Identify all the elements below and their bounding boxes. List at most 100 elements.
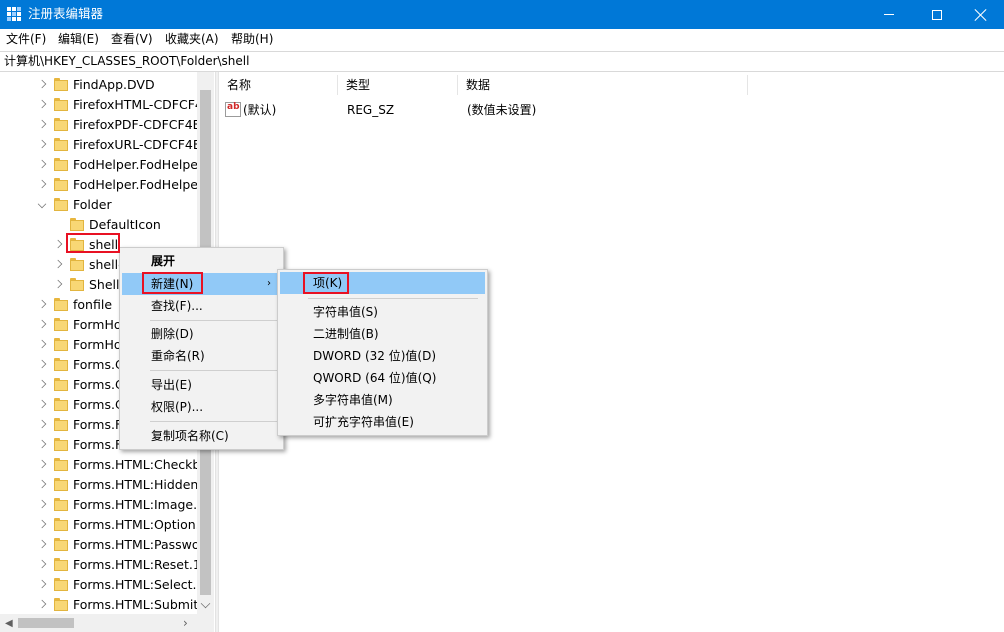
folder-icon <box>54 358 68 371</box>
address-bar[interactable]: 计算机\HKEY_CLASSES_ROOT\Folder\shell <box>0 51 1004 72</box>
chevron-right-icon[interactable] <box>37 519 47 529</box>
scroll-down-arrow-icon[interactable] <box>200 598 211 609</box>
tree-item[interactable]: Forms.HTML:Option.1 <box>0 515 214 535</box>
context-menu-delete[interactable]: 删除(D) <box>122 323 281 345</box>
tree-item[interactable]: Forms.HTML:Checkbo <box>0 455 214 475</box>
string-value-icon: ab <box>225 102 241 117</box>
tree-item[interactable]: DefaultIcon <box>0 215 214 235</box>
tree-item-label: Folder <box>73 197 112 212</box>
tree-item[interactable]: FirefoxURL-CDFCF4B7 <box>0 135 214 155</box>
chevron-right-icon[interactable] <box>37 559 47 569</box>
menu-edit[interactable]: 编辑(E) <box>58 32 99 47</box>
tree-item[interactable]: Forms.HTML:Image.1 <box>0 495 214 515</box>
scroll-right-arrow-icon[interactable]: › <box>183 616 188 630</box>
chevron-right-icon[interactable] <box>37 459 47 469</box>
tree-item[interactable]: FodHelper.FodHelper <box>0 155 214 175</box>
chevron-right-icon[interactable] <box>37 359 47 369</box>
folder-icon <box>54 178 68 191</box>
tree-item-label: Forms.F <box>73 417 123 432</box>
tree-item-label: FirefoxURL-CDFCF4B7 <box>73 137 210 152</box>
folder-icon <box>54 518 68 531</box>
chevron-right-icon[interactable] <box>37 79 47 89</box>
submenu-arrow-icon: › <box>267 278 271 289</box>
maximize-button[interactable] <box>914 0 960 29</box>
tree-item-label: FindApp.DVD <box>73 77 155 92</box>
new-submenu: 项(K) 字符串值(S) 二进制值(B) DWORD (32 位)值(D) QW… <box>277 269 488 436</box>
tree-item[interactable]: Forms.HTML:Hidden. <box>0 475 214 495</box>
close-button[interactable] <box>958 0 1004 29</box>
chevron-right-icon[interactable] <box>37 299 47 309</box>
chevron-right-icon[interactable] <box>37 539 47 549</box>
folder-icon <box>54 438 68 451</box>
menu-favorites[interactable]: 收藏夹(A) <box>165 32 219 47</box>
chevron-right-icon[interactable] <box>37 159 47 169</box>
chevron-right-icon[interactable] <box>37 179 47 189</box>
submenu-new-dword-value-label: DWORD (32 位)值(D) <box>313 349 436 363</box>
tree-item[interactable]: FirefoxHTML-CDFCF4 <box>0 95 214 115</box>
context-menu-find[interactable]: 查找(F)... <box>122 295 281 317</box>
string-value-icon-text: ab <box>227 102 240 112</box>
column-header-data[interactable]: 数据 <box>458 75 748 95</box>
context-menu-export[interactable]: 导出(E) <box>122 374 281 396</box>
chevron-right-icon[interactable] <box>37 439 47 449</box>
menu-view[interactable]: 查看(V) <box>111 32 153 47</box>
submenu-new-dword-value[interactable]: DWORD (32 位)值(D) <box>280 345 485 367</box>
chevron-right-icon[interactable] <box>37 379 47 389</box>
folder-icon <box>70 218 84 231</box>
tree-item[interactable]: Forms.HTML:Submitb <box>0 595 214 615</box>
column-header-type[interactable]: 类型 <box>338 75 458 95</box>
tree-item-label: FirefoxHTML-CDFCF4 <box>73 97 203 112</box>
chevron-right-icon[interactable] <box>37 579 47 589</box>
tree-item-label: Forms.HTML:Submitb <box>73 597 207 612</box>
chevron-right-icon[interactable] <box>37 319 47 329</box>
tree-item-label: FormHo <box>73 337 122 352</box>
tree-item[interactable]: Forms.HTML:Reset.1 <box>0 555 214 575</box>
tree-item[interactable]: FodHelper.FodHelper <box>0 175 214 195</box>
chevron-right-icon[interactable] <box>37 99 47 109</box>
submenu-new-binary-value[interactable]: 二进制值(B) <box>280 323 485 345</box>
chevron-right-icon[interactable] <box>37 399 47 409</box>
submenu-new-qword-value[interactable]: QWORD (64 位)值(Q) <box>280 367 485 389</box>
chevron-right-icon[interactable] <box>53 279 63 289</box>
tree-item-label: fonfile <box>73 297 113 312</box>
chevron-right-icon[interactable] <box>37 499 47 509</box>
tree-horizontal-scrollbar[interactable]: ◀ › <box>0 614 214 632</box>
tree-item[interactable]: Forms.HTML:Passwor <box>0 535 214 555</box>
context-menu-expand-label: 展开 <box>151 254 176 268</box>
folder-icon <box>70 258 84 271</box>
tree-item[interactable]: Folder <box>0 195 214 215</box>
chevron-down-icon[interactable] <box>37 199 47 209</box>
chevron-right-icon[interactable] <box>53 239 63 249</box>
tree-item-label: Forms.HTML:Option.1 <box>73 517 208 532</box>
address-path[interactable]: 计算机\HKEY_CLASSES_ROOT\Folder\shell <box>4 54 249 69</box>
chevron-right-icon[interactable] <box>37 479 47 489</box>
context-menu-permissions[interactable]: 权限(P)... <box>122 396 281 418</box>
scroll-left-arrow-icon[interactable]: ◀ <box>5 618 13 629</box>
tree-item[interactable]: FindApp.DVD <box>0 75 214 95</box>
context-menu-rename[interactable]: 重命名(R) <box>122 345 281 367</box>
context-menu-expand[interactable]: 展开 <box>122 250 281 272</box>
folder-icon <box>54 418 68 431</box>
minimize-button[interactable] <box>866 0 912 29</box>
value-row[interactable]: ab (默认) REG_SZ (数值未设置) <box>219 100 819 120</box>
chevron-right-icon[interactable] <box>37 599 47 609</box>
chevron-right-icon[interactable] <box>37 139 47 149</box>
tree-item[interactable]: Forms.HTML:Select.1 <box>0 575 214 595</box>
column-header-name[interactable]: 名称 <box>219 75 338 95</box>
context-menu-copy-key-name[interactable]: 复制项名称(C) <box>122 425 281 447</box>
tree-item[interactable]: FirefoxPDF-CDFCF4B7 <box>0 115 214 135</box>
submenu-new-expandable-string-value[interactable]: 可扩充字符串值(E) <box>280 411 485 433</box>
tree-horizontal-scroll-thumb[interactable] <box>18 618 74 628</box>
chevron-right-icon[interactable] <box>37 419 47 429</box>
submenu-new-string-value[interactable]: 字符串值(S) <box>280 301 485 323</box>
menu-file[interactable]: 文件(F) <box>6 32 46 47</box>
tree-item-label: Forms.C <box>73 377 124 392</box>
context-menu-delete-label: 删除(D) <box>151 327 194 341</box>
folder-icon <box>54 578 68 591</box>
menu-help[interactable]: 帮助(H) <box>231 32 273 47</box>
chevron-right-icon[interactable] <box>37 119 47 129</box>
chevron-right-icon[interactable] <box>37 339 47 349</box>
chevron-right-icon[interactable] <box>53 259 63 269</box>
menu-separator <box>308 298 478 299</box>
submenu-new-multi-string-value[interactable]: 多字符串值(M) <box>280 389 485 411</box>
